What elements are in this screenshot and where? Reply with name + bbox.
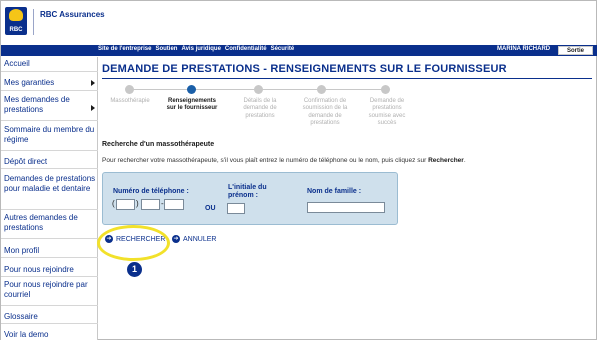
sidebar-item-home[interactable]: Accueil: [1, 59, 98, 72]
lastname-input[interactable]: [307, 202, 385, 213]
sidebar-item-contact-email[interactable]: Pour nous rejoindre par courriel: [1, 280, 98, 306]
step-5-dot: [381, 85, 390, 94]
or-label: OU: [205, 205, 216, 212]
chevron-right-icon: [91, 104, 95, 111]
sidebar-item-direct-deposit[interactable]: Dépôt direct: [1, 154, 98, 169]
cancel-button[interactable]: ➔ ANNULER: [172, 235, 216, 243]
step-2-dot: [187, 85, 196, 94]
phone-area-code-input[interactable]: [116, 199, 135, 210]
nav-link-legal[interactable]: Avis juridique: [181, 46, 220, 52]
user-name: MARINA RICHARD: [497, 46, 551, 52]
step-3-dot: [254, 85, 263, 94]
step-3-label: Détails de la demande de prestations: [243, 98, 277, 119]
step-2-label: Renseignements sur le fournisseur: [166, 98, 218, 112]
rbc-logo[interactable]: RBC RBC Assurances: [5, 7, 105, 35]
sidebar-item-coverage[interactable]: Mes garanties: [1, 75, 98, 91]
phone-label: Numéro de téléphone :: [113, 188, 189, 195]
sidebar-item-glossary[interactable]: Glossaire: [1, 309, 98, 324]
sidebar-item-contact[interactable]: Pour nous rejoindre: [1, 262, 98, 277]
step-5-label: Demande de prestations soumise avec succ…: [368, 98, 406, 126]
nav-link-privacy[interactable]: Confidentialité: [225, 46, 267, 52]
sidebar-item-demo[interactable]: Voir la demo: [1, 328, 98, 340]
initial-label: L'initiale du prénom :: [228, 184, 267, 199]
app-window: RBC RBC Assurances Site de l'entreprise …: [0, 0, 597, 340]
callout-badge: 1: [127, 262, 142, 277]
phone-prefix-input[interactable]: [141, 199, 160, 210]
first-initial-input[interactable]: [227, 203, 245, 214]
lastname-label: Nom de famille :: [307, 188, 362, 195]
nav-link-security[interactable]: Sécurité: [271, 46, 295, 52]
intro-text: Pour rechercher votre massothérapeute, s…: [102, 157, 466, 164]
chevron-right-icon: [91, 79, 95, 86]
sidebar-item-health-dental-claims[interactable]: Demandes de prestations pour maladie et …: [1, 174, 98, 210]
sidebar-item-profile[interactable]: Mon profil: [1, 243, 98, 258]
step-1-dot: [125, 85, 134, 94]
sidebar-item-other-claims[interactable]: Autres demandes de prestations: [1, 213, 98, 239]
sidebar: Accueil Mes garanties Mes demandes de pr…: [1, 57, 98, 340]
brand-name: RBC Assurances: [40, 10, 105, 19]
sidebar-item-member-summary[interactable]: Sommaire du membre du régime: [1, 125, 98, 151]
nav-link-support[interactable]: Soutien: [155, 46, 177, 52]
step-1-label: Massothérapie: [110, 98, 150, 104]
search-form: Numéro de téléphone : ( ) - OU L'initial…: [102, 172, 398, 225]
lion-shield-icon: RBC: [5, 7, 27, 35]
top-nav-links: Site de l'entreprise Soutien Avis juridi…: [98, 46, 294, 52]
phone-line-input[interactable]: [164, 199, 184, 210]
title-divider: [102, 78, 592, 79]
arrow-right-icon: ➔: [172, 235, 180, 243]
step-4-label: Confirmation de soumission de la demande…: [302, 98, 348, 126]
section-title: Recherche d'un massothérapeute: [102, 141, 215, 148]
step-4-dot: [317, 85, 326, 94]
search-button-highlight: [97, 225, 170, 261]
nav-link-corporate[interactable]: Site de l'entreprise: [98, 46, 151, 52]
logout-button[interactable]: Sortie: [558, 46, 593, 55]
sidebar-item-my-claims[interactable]: Mes demandes de prestations: [1, 95, 98, 121]
page-title: DEMANDE DE PRESTATIONS - RENSEIGNEMENTS …: [102, 63, 507, 75]
